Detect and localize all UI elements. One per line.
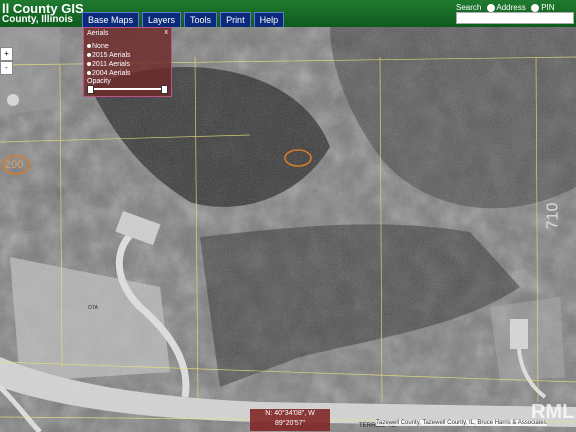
zoom-in-button[interactable]: + — [0, 47, 13, 61]
slider-handle-min[interactable] — [87, 85, 94, 94]
header-bar: ll County GIS County, Illinois Base Maps… — [0, 0, 576, 29]
aerial-option-label: 2011 Aerials — [92, 61, 131, 68]
aerial-option-2011[interactable]: 2011 Aerials — [87, 61, 130, 68]
coordinate-readout: N: 40°34'08", W 89°20'57" — [250, 409, 330, 431]
aerial-option-label: None — [92, 43, 109, 50]
aerial-option-none[interactable]: None — [87, 43, 109, 50]
close-icon[interactable]: x — [165, 29, 169, 36]
parcel-label-200: 200 — [5, 159, 24, 171]
aerial-option-2004[interactable]: 2004 Aerials — [87, 70, 131, 77]
parcel-label-710: 710 — [544, 202, 562, 230]
search-label: Search — [456, 3, 482, 12]
radio-icon — [87, 62, 91, 66]
search-options: Search Address PIN — [456, 3, 555, 12]
longitude-text: 89°20'57" — [275, 420, 305, 427]
pin-radio[interactable] — [530, 3, 539, 12]
aerials-panel-title: Aerials — [87, 30, 109, 37]
zoom-out-button[interactable]: - — [0, 61, 13, 75]
address-radio[interactable] — [486, 3, 495, 12]
aerial-option-label: 2015 Aerials — [92, 52, 131, 59]
pin-radio-label: PIN — [541, 3, 555, 12]
aerials-panel: Aerials x None 2015 Aerials 2011 Aerials… — [83, 27, 172, 97]
radio-icon — [87, 71, 91, 75]
address-radio-label: Address — [496, 3, 526, 12]
opacity-label: Opacity — [87, 78, 111, 85]
map-attribution: Tazewell County, Tazewell County, IL, Br… — [376, 420, 547, 426]
radio-icon — [87, 53, 91, 57]
lot-label: OTA — [88, 305, 98, 311]
watermark-logo: RML — [531, 401, 575, 423]
aerial-option-2015[interactable]: 2015 Aerials — [87, 52, 131, 59]
search-input[interactable] — [456, 12, 574, 24]
app-subtitle: County, Illinois — [2, 14, 73, 25]
radio-icon — [87, 44, 91, 48]
aerial-option-label: 2004 Aerials — [92, 70, 131, 77]
nav-menu: Base Maps Layers Tools Print Help — [82, 12, 285, 29]
latitude-text: N: 40°34'08", W — [265, 410, 315, 417]
zoom-control: + - — [0, 47, 13, 75]
slider-handle-max[interactable] — [161, 85, 168, 94]
opacity-slider[interactable] — [87, 85, 168, 94]
